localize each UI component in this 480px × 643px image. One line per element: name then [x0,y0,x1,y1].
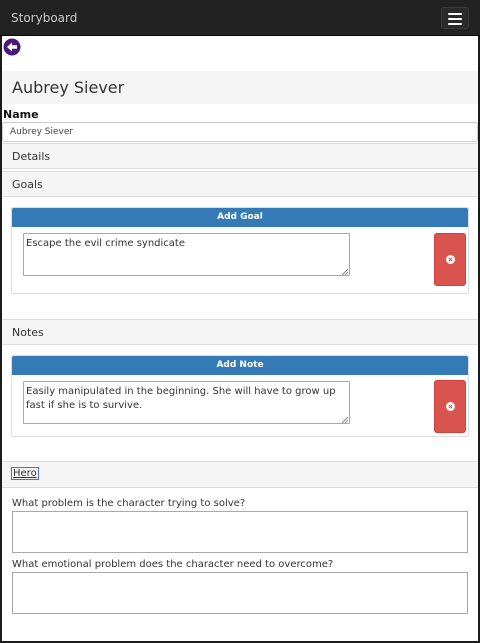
name-input[interactable] [2,122,478,142]
question-emotional-label: What emotional problem does the characte… [12,559,334,570]
name-label: Name [3,108,39,121]
goals-section-header[interactable]: Goals [2,171,478,197]
navbar: Storyboard [0,0,480,36]
details-label: Details [12,150,51,163]
note-item-textarea[interactable]: Easily manipulated in the beginning. She… [23,381,350,424]
remove-circle-icon [445,402,455,411]
add-goal-button[interactable]: Add Goal [12,208,468,227]
remove-circle-icon [445,255,455,264]
emotional-answer-textarea[interactable] [12,572,468,614]
character-header: Aubrey Siever [2,71,478,104]
add-note-button[interactable]: Add Note [12,356,468,375]
hero-section-header: Hero [2,461,478,488]
goals-label: Goals [12,178,43,191]
problem-answer-textarea[interactable] [12,511,468,553]
arrow-left-circle-icon[interactable] [3,38,21,56]
tab-hero[interactable]: Hero [11,467,39,480]
page-title: Aubrey Siever [12,78,125,97]
delete-note-button[interactable] [434,380,466,433]
goals-card: Add Goal Escape the evil crime syndicate [11,207,469,294]
goal-item-textarea[interactable]: Escape the evil crime syndicate [23,233,350,276]
notes-label: Notes [12,326,44,339]
notes-section-header[interactable]: Notes [2,319,478,345]
delete-goal-button[interactable] [434,233,466,286]
hamburger-menu-icon[interactable] [441,7,469,29]
question-problem-label: What problem is the character trying to … [12,498,246,509]
navbar-brand[interactable]: Storyboard [11,11,77,25]
details-section-header[interactable]: Details [2,143,478,169]
resize-grip-icon[interactable] [341,416,349,424]
notes-card: Add Note Easily manipulated in the begin… [11,355,469,437]
resize-grip-icon[interactable] [341,268,349,276]
